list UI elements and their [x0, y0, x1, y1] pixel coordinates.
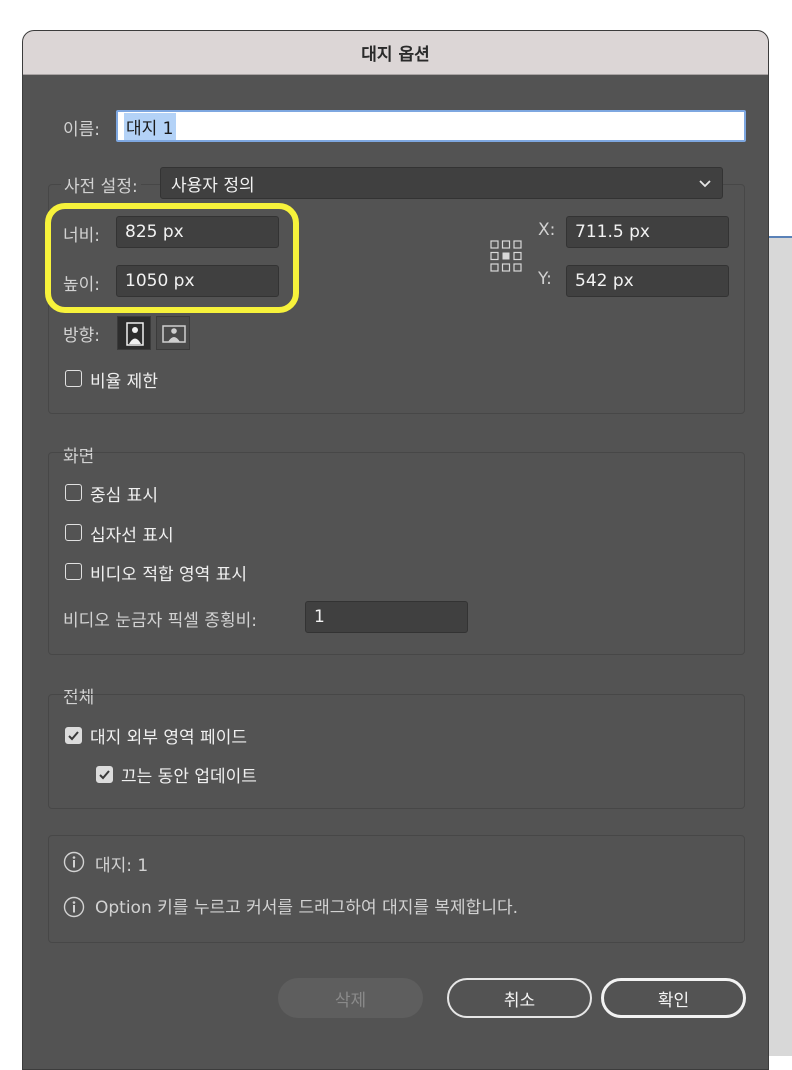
dialog-title: 대지 옵션: [23, 31, 768, 75]
ok-button[interactable]: 확인: [601, 978, 746, 1018]
artboard-options-dialog: 대지 옵션 이름: 대지 1 사전 설정: 사용자 정의 너비: 825 px …: [22, 30, 769, 1070]
x-input[interactable]: 711.5 px: [566, 216, 729, 248]
orientation-label: 방향:: [63, 326, 101, 346]
landscape-button[interactable]: [156, 316, 190, 350]
cross-hairs-checkbox[interactable]: [65, 524, 82, 541]
pixel-aspect-value: 1: [314, 607, 325, 627]
artboard-count: 대지: 1: [95, 856, 149, 876]
video-safe-areas-label: 비디오 적합 영역 표시: [90, 565, 247, 585]
info-icon: [63, 896, 85, 918]
reference-point-icon[interactable]: [490, 240, 522, 272]
x-label: X:: [538, 220, 556, 240]
highlight-annotation: [45, 203, 299, 313]
landscape-icon: [162, 325, 186, 343]
y-input[interactable]: 542 px: [566, 265, 729, 297]
name-input-value: 대지 1: [124, 112, 176, 140]
pixel-aspect-label: 비디오 눈금자 픽셀 종횡비:: [63, 611, 257, 631]
cross-hairs-label: 십자선 표시: [90, 526, 174, 546]
global-section: [48, 694, 745, 809]
duplicate-tip: Option 키를 누르고 커서를 드래그하여 대지를 복제합니다.: [95, 898, 519, 918]
background-guide-line: [769, 236, 792, 238]
preset-dropdown[interactable]: 사용자 정의: [160, 167, 723, 199]
info-section: [48, 835, 745, 943]
portrait-icon: [126, 322, 144, 346]
fade-outside-label: 대지 외부 영역 페이드: [90, 728, 247, 748]
name-input[interactable]: 대지 1: [116, 110, 746, 142]
constrain-proportions-label: 비율 제한: [90, 372, 158, 392]
chevron-down-icon: [699, 180, 711, 188]
background-canvas: [769, 236, 792, 1056]
update-while-dragging-checkbox[interactable]: [96, 766, 113, 783]
delete-button[interactable]: 삭제: [278, 978, 423, 1018]
preset-value: 사용자 정의: [171, 175, 255, 196]
center-mark-label: 중심 표시: [90, 486, 158, 506]
pixel-aspect-input[interactable]: 1: [305, 601, 468, 633]
y-value: 542 px: [575, 271, 634, 291]
name-label: 이름:: [63, 120, 101, 140]
update-while-dragging-label: 끄는 동안 업데이트: [121, 767, 257, 787]
x-value: 711.5 px: [575, 222, 650, 242]
portrait-button[interactable]: [117, 316, 151, 350]
info-icon: [63, 851, 85, 873]
center-mark-checkbox[interactable]: [65, 484, 82, 501]
video-safe-areas-checkbox[interactable]: [65, 563, 82, 580]
y-label: Y:: [538, 269, 552, 289]
cancel-button[interactable]: 취소: [447, 978, 592, 1018]
preset-label: 사전 설정:: [61, 172, 141, 197]
constrain-proportions-checkbox[interactable]: [65, 370, 82, 387]
checkmark-icon: [68, 731, 79, 741]
fade-outside-checkbox[interactable]: [65, 727, 82, 744]
checkmark-icon: [99, 770, 110, 780]
